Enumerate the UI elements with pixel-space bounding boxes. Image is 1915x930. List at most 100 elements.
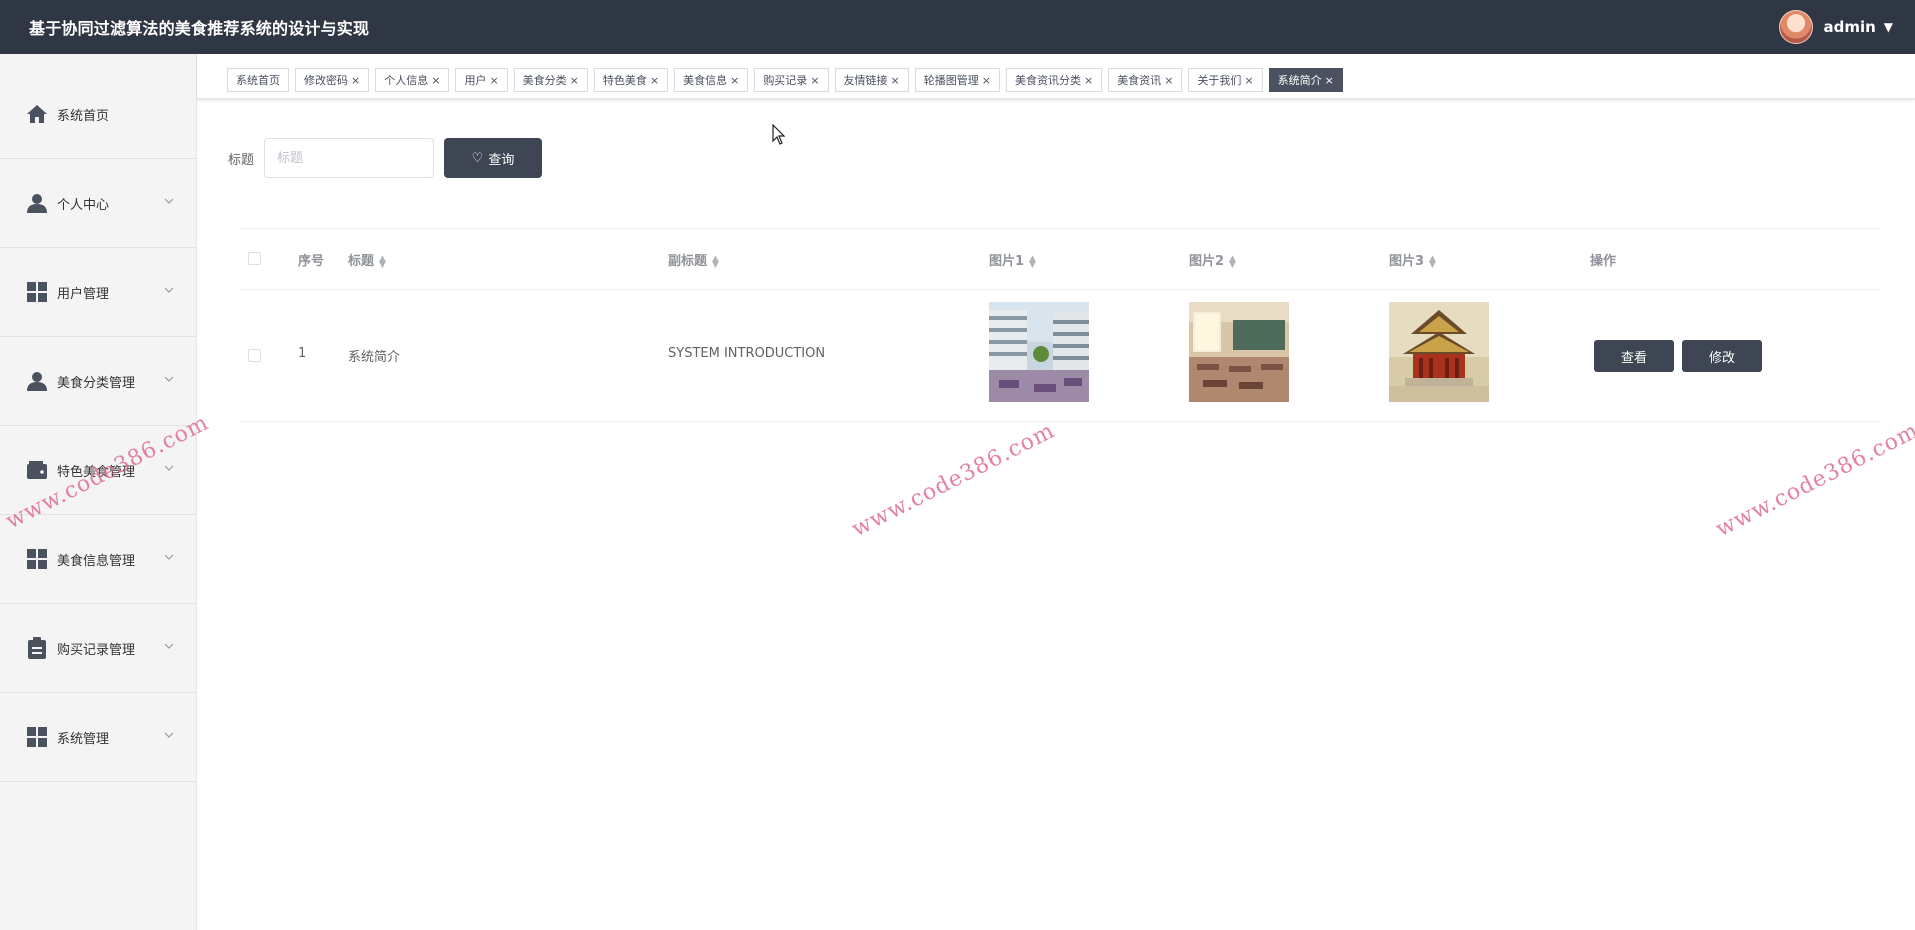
col-image2[interactable]: 图片2 ▲ ▼ [1189,250,1236,269]
tabs: 系统首页 修改密码 × 个人信息 × 用户 × 美食分类 × 特色美食 × 美食信息 × 购买记录 × 友情链… [227,68,1349,92]
close-icon[interactable]: × [730,74,739,87]
avatar[interactable] [1779,10,1814,44]
user-menu[interactable]: admin ▼ [1779,10,1893,44]
tab-label: 系统简介 [1277,74,1322,87]
view-button[interactable]: 查看 [1594,340,1674,372]
thumbnail-image1[interactable] [989,302,1089,406]
close-icon[interactable]: × [650,74,659,87]
sidebar-item-label: 系统首页 [57,108,110,124]
tab-0[interactable]: 系统首页 [227,68,289,92]
close-icon[interactable]: × [982,74,991,87]
close-icon[interactable]: × [489,74,498,87]
close-icon[interactable]: × [1244,74,1253,87]
tab-8[interactable]: 友情链接 × [834,68,909,92]
tags-view-bar: 系统首页 修改密码 × 个人信息 × 用户 × 美食分类 × 特色美食 × 美食信息 × 购买记录 × 友情链… [197,54,1915,100]
close-icon[interactable]: × [810,74,819,87]
grid-icon [25,725,49,749]
sort-icon[interactable]: ▲ ▼ [1229,254,1236,269]
user-icon [25,191,49,215]
user-icon [25,369,49,393]
sort-icon[interactable]: ▲ ▼ [712,254,719,269]
col-image1-label: 图片1 [989,254,1025,269]
chevron-down-icon [164,371,174,385]
tab-label: 系统首页 [236,74,280,87]
edit-button[interactable]: 修改 [1682,340,1762,372]
col-image3-label: 图片3 [1389,254,1425,269]
col-subtitle[interactable]: 副标题 ▲ ▼ [668,250,719,269]
tab-10[interactable]: 美食资讯分类 × [1005,68,1103,92]
close-icon[interactable]: × [1325,74,1334,87]
col-image3[interactable]: 图片3 ▲ ▼ [1389,250,1436,269]
tab-3[interactable]: 用户 × [455,68,508,92]
tab-9[interactable]: 轮播图管理 × [914,68,1000,92]
tab-5[interactable]: 特色美食 × [593,68,669,92]
tab-label: 美食资讯分类 [1014,74,1081,87]
tab-11[interactable]: 美食资讯 × [1108,68,1183,92]
sort-icon[interactable]: ▲ ▼ [1429,254,1436,269]
top-header: 基于协同过滤算法的美食推荐系统的设计与实现 admin ▼ [0,0,1915,54]
tab-12[interactable]: 关于我们 × [1188,68,1263,92]
chevron-down-icon [164,460,174,474]
home-icon [25,102,49,126]
close-icon[interactable]: × [891,74,900,87]
chevron-down-icon [164,727,174,741]
sidebar-item-label: 个人中心 [57,197,110,213]
tab-label: 特色美食 [602,74,647,87]
tab-13[interactable]: 系统简介 × [1268,68,1343,92]
sidebar-item-2[interactable]: 用户管理 [0,248,196,337]
data-table: 序号 标题 ▲ ▼ 副标题 ▲ ▼ 图片1 ▲ ▼ 图片2 ▲ ▼ 图片3 ▲ ▼ 操作 1 系统简… [240,228,1880,422]
close-icon[interactable]: × [431,74,440,87]
sidebar-item-6[interactable]: 购买记录管理 [0,604,196,693]
tab-label: 关于我们 [1197,74,1242,87]
search-input[interactable] [264,138,435,178]
col-title-label: 标题 [348,254,375,269]
sidebar-item-label: 系统管理 [57,731,110,747]
tab-label: 友情链接 [843,74,888,87]
tab-4[interactable]: 美食分类 × [513,68,588,92]
sidebar-item-label: 美食分类管理 [57,375,136,391]
tab-label: 美食资讯 [1117,74,1162,87]
search-button[interactable]: ♡ 查询 [444,138,543,178]
select-all-checkbox[interactable] [248,252,261,265]
caret-down-icon[interactable]: ▼ [1884,20,1893,34]
sidebar-item-5[interactable]: 美食信息管理 [0,515,196,604]
sidebar-item-3[interactable]: 美食分类管理 [0,337,196,426]
sidebar-item-1[interactable]: 个人中心 [0,159,196,248]
tab-1[interactable]: 修改密码 × [295,68,370,92]
row-checkbox[interactable] [248,349,261,362]
watermark: www.code386.com [848,418,1059,543]
sidebar-item-7[interactable]: 系统管理 [0,693,196,782]
col-index: 序号 [298,254,325,269]
tab-6[interactable]: 美食信息 × [674,68,749,92]
building-image [989,302,1089,402]
thumbnail-image3[interactable] [1389,302,1489,406]
thumbnail-image2[interactable] [1189,302,1289,406]
close-icon[interactable]: × [1164,74,1173,87]
tab-7[interactable]: 购买记录 × [754,68,829,92]
sort-icon[interactable]: ▲ ▼ [1029,254,1036,269]
col-image2-label: 图片2 [1189,254,1225,269]
sidebar-item-0[interactable]: 系统首页 [0,70,196,159]
close-icon[interactable]: × [351,74,360,87]
col-title[interactable]: 标题 ▲ ▼ [348,250,386,269]
col-subtitle-label: 副标题 [668,254,708,269]
app-title: 基于协同过滤算法的美食推荐系统的设计与实现 [29,19,370,38]
grid-icon [25,547,49,571]
tab-label: 轮播图管理 [923,74,979,87]
table-row: 1 系统简介 SYSTEM INTRODUCTION 查看 修改 [240,290,1880,422]
grid-icon [25,280,49,304]
sort-icon[interactable]: ▲ ▼ [379,254,386,269]
clipboard-icon [25,636,49,660]
close-icon[interactable]: × [1084,74,1093,87]
chevron-down-icon [164,193,174,207]
sidebar-item-label: 用户管理 [57,286,110,302]
table-header: 序号 标题 ▲ ▼ 副标题 ▲ ▼ 图片1 ▲ ▼ 图片2 ▲ ▼ 图片3 ▲ ▼ 操作 [240,229,1880,290]
search-button-label: 查询 [488,152,515,168]
search-bar: 标题 ♡ 查询 [228,138,543,178]
close-icon[interactable]: × [570,74,579,87]
tab-2[interactable]: 个人信息 × [375,68,450,92]
col-image1[interactable]: 图片1 ▲ ▼ [989,250,1036,269]
mouse-cursor-icon [772,124,786,145]
user-name[interactable]: admin [1823,18,1875,36]
row-title: 系统简介 [348,350,401,365]
